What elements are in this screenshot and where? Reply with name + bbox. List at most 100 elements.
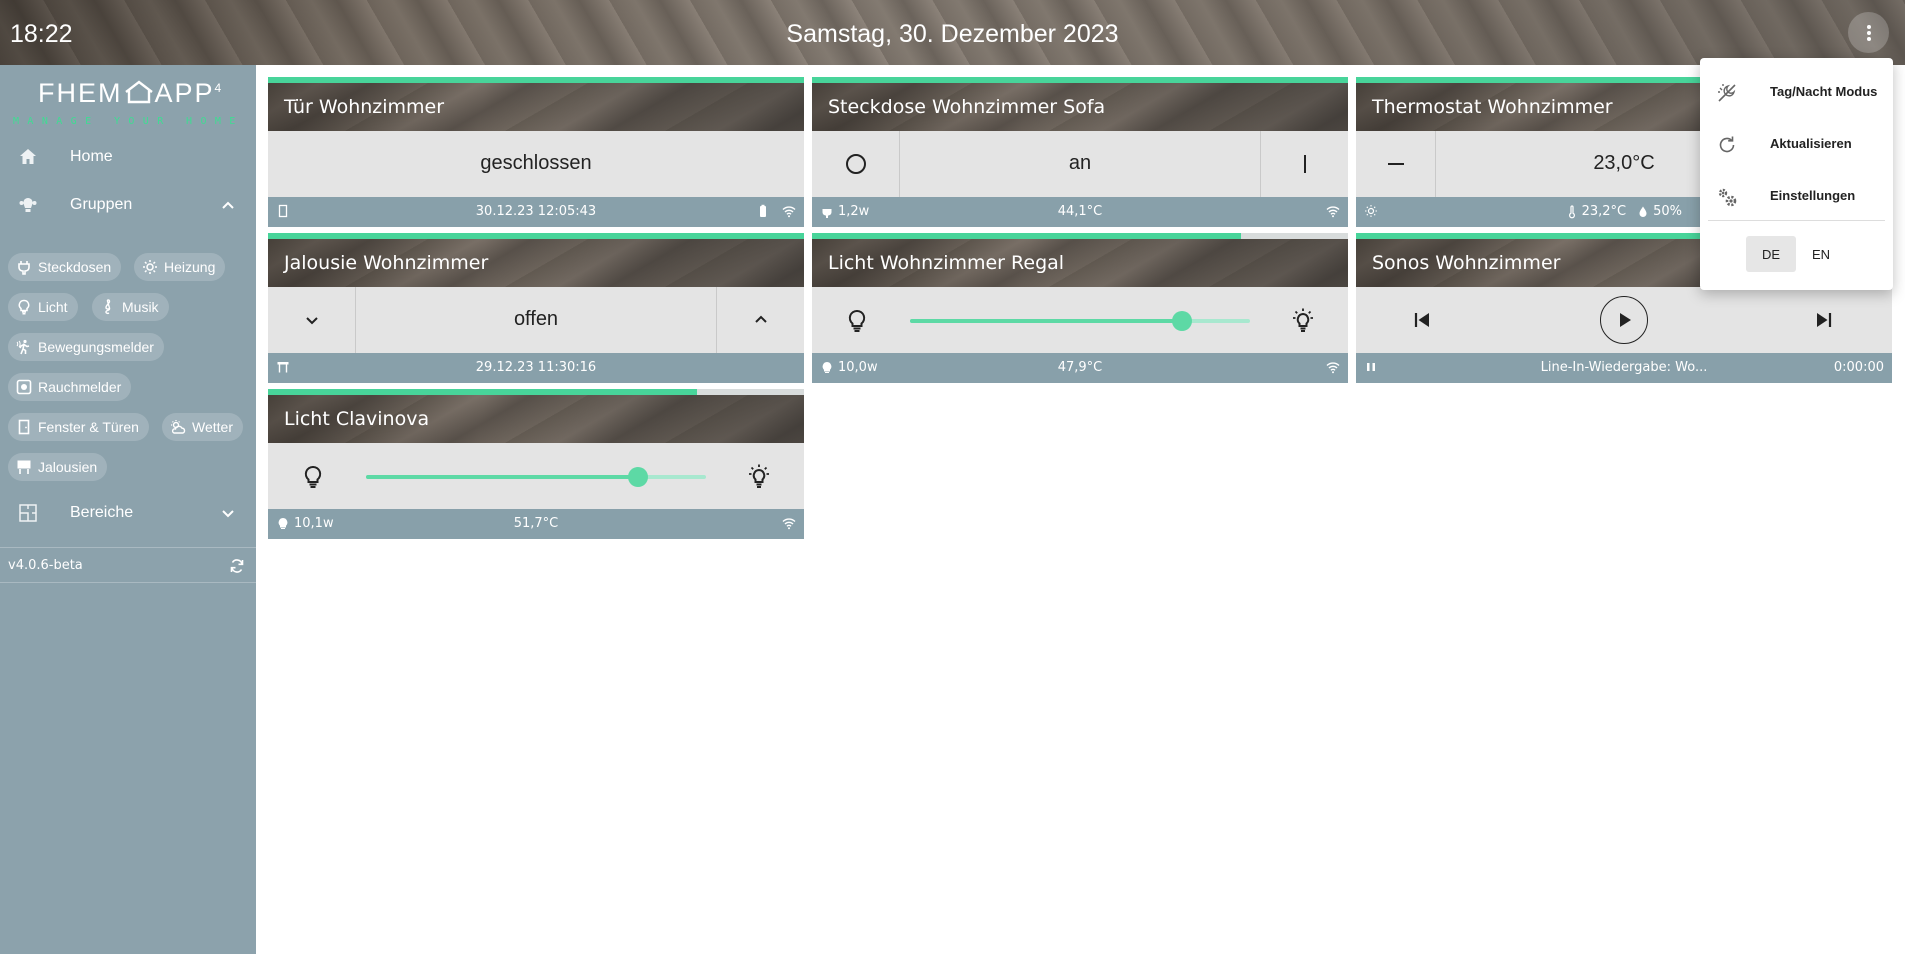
card-header[interactable]: Licht Clavinova [268, 395, 804, 443]
power-plug-icon [822, 205, 832, 218]
wifi-icon [782, 206, 796, 218]
group-chip-heizung[interactable]: Heizung [134, 253, 226, 281]
version-row: v4.0.6-beta [0, 547, 256, 583]
skip-previous-icon[interactable] [1410, 308, 1434, 332]
chevron-up-icon [222, 201, 234, 209]
card-body [812, 287, 1348, 353]
language-en-button[interactable]: EN [1796, 236, 1846, 272]
menu-divider [1708, 220, 1885, 221]
card-body: an [812, 131, 1348, 197]
group-chip-bewegungsmelder[interactable]: Bewegungsmelder [8, 333, 164, 361]
chip-label: Steckdosen [38, 259, 112, 275]
card-title: Tür Wohnzimmer [284, 96, 445, 118]
menu-item-settings[interactable]: Einstellungen [1700, 174, 1893, 218]
day-night-icon [1718, 84, 1736, 102]
skip-next-icon[interactable] [1812, 308, 1836, 332]
device-temperature: 51,7°C [513, 516, 559, 531]
chevron-down-icon [222, 510, 234, 518]
door-icon [18, 419, 30, 435]
card-header[interactable]: Licht Wohnzimmer Regal [812, 239, 1348, 287]
chip-label: Musik [122, 299, 159, 315]
group-chip-fenster-tueren[interactable]: Fenster & Türen [8, 413, 149, 441]
lightbulb-off-icon[interactable] [300, 464, 326, 490]
card-blind-wohnzimmer: Jalousie Wohnzimmer offen 29.12.23 11:30… [268, 233, 804, 383]
group-chip-jalousien[interactable]: Jalousien [8, 453, 108, 481]
thermometer-icon [1568, 204, 1575, 218]
slider-fill [910, 319, 1182, 323]
lightbulb-icon [18, 299, 30, 315]
card-title: Sonos Wohnzimmer [1372, 252, 1561, 274]
nav-home-label: Home [70, 148, 113, 165]
smoke-detector-icon [16, 379, 32, 395]
menu-item-label: Einstellungen [1770, 188, 1856, 203]
app-logo[interactable]: FHEM APP4 MANAGE YOUR HOME [0, 75, 256, 135]
card-header[interactable]: Steckdose Wohnzimmer Sofa [812, 83, 1348, 131]
power-consumption: 10,0w [838, 360, 878, 375]
menu-item-day-night-mode[interactable]: Tag/Nacht Modus [1700, 70, 1893, 114]
options-menu: Tag/Nacht Modus Aktualisieren Einstellun… [1700, 58, 1893, 290]
last-update: 29.12.23 11:30:16 [475, 360, 597, 375]
group-chip-licht[interactable]: Licht [8, 293, 78, 321]
menu-item-refresh[interactable]: Aktualisieren [1700, 122, 1893, 166]
brightness-slider[interactable] [366, 467, 706, 487]
clock: 18:22 [10, 20, 73, 48]
device-temperature: 47,9°C [1057, 360, 1103, 375]
nav-areas-label: Bereiche [70, 504, 134, 521]
measured-temperature: 23,2°C [1581, 204, 1627, 219]
nav-home[interactable]: Home [0, 137, 256, 177]
door-small-icon [278, 204, 288, 218]
card-header[interactable]: Jalousie Wohnzimmer [268, 239, 804, 287]
slider-thumb[interactable] [628, 467, 648, 487]
card-title: Thermostat Wohnzimmer [1372, 96, 1613, 118]
play-button[interactable] [1600, 296, 1648, 344]
brightness-slider[interactable] [910, 311, 1250, 331]
settings-gears-icon [1718, 188, 1737, 207]
plug-icon [18, 261, 30, 275]
device-temperature: 44,1°C [1057, 204, 1103, 219]
more-menu-button[interactable] [1848, 12, 1889, 53]
card-body [1356, 287, 1892, 353]
card-footer: Line-In-Wiedergabe: Wo... 0:00:00 [1356, 353, 1892, 383]
floorplan-icon [19, 504, 37, 522]
play-icon [1620, 313, 1631, 327]
card-title: Licht Clavinova [284, 408, 430, 430]
lightbulb-on-icon[interactable] [1290, 308, 1316, 334]
power-consumption: 10,1w [294, 516, 334, 531]
nav-groups[interactable]: Gruppen [0, 185, 256, 225]
blind-up-button[interactable] [716, 287, 804, 353]
motion-sensor-icon [16, 339, 30, 355]
now-playing: Line-In-Wiedergabe: Wo... [1540, 360, 1708, 375]
lightbulb-on-icon[interactable] [746, 464, 772, 490]
battery-icon [760, 204, 766, 217]
group-chip-steckdosen[interactable]: Steckdosen [8, 253, 122, 281]
card-footer: 1,2w 44,1°C [812, 197, 1348, 227]
slider-thumb[interactable] [1172, 311, 1192, 331]
card-body [268, 443, 804, 509]
card-footer: 30.12.23 12:05:43 [268, 197, 804, 227]
card-header[interactable]: Tür Wohnzimmer [268, 83, 804, 131]
pause-icon [1367, 363, 1375, 371]
lightbulb-off-icon[interactable] [844, 308, 870, 334]
sync-icon[interactable] [229, 558, 245, 574]
card-footer: 10,1w 51,7°C [268, 509, 804, 539]
chip-label: Jalousien [38, 459, 98, 475]
card-footer: 29.12.23 11:30:16 [268, 353, 804, 383]
chip-label: Fenster & Türen [38, 419, 139, 435]
more-vert-icon [1866, 24, 1871, 41]
wifi-icon [1326, 362, 1340, 374]
power-on-button[interactable] [1260, 131, 1348, 197]
group-chip-rauchmelder[interactable]: Rauchmelder [8, 373, 132, 401]
humidity: 50% [1653, 204, 1682, 219]
group-chip-musik[interactable]: Musik [92, 293, 169, 321]
refresh-icon [1719, 136, 1735, 153]
nav-areas[interactable]: Bereiche [0, 493, 256, 533]
card-title: Licht Wohnzimmer Regal [828, 252, 1065, 274]
language-de-button[interactable]: DE [1746, 236, 1796, 272]
chip-label: Heizung [164, 259, 216, 275]
group-chip-wetter[interactable]: Wetter [162, 413, 243, 441]
weather-icon [171, 420, 186, 434]
chip-label: Licht [38, 299, 68, 315]
blinds-small-icon [277, 362, 289, 373]
power-on-icon [1303, 155, 1306, 173]
logo-text: FHEM APP4 [38, 78, 224, 108]
